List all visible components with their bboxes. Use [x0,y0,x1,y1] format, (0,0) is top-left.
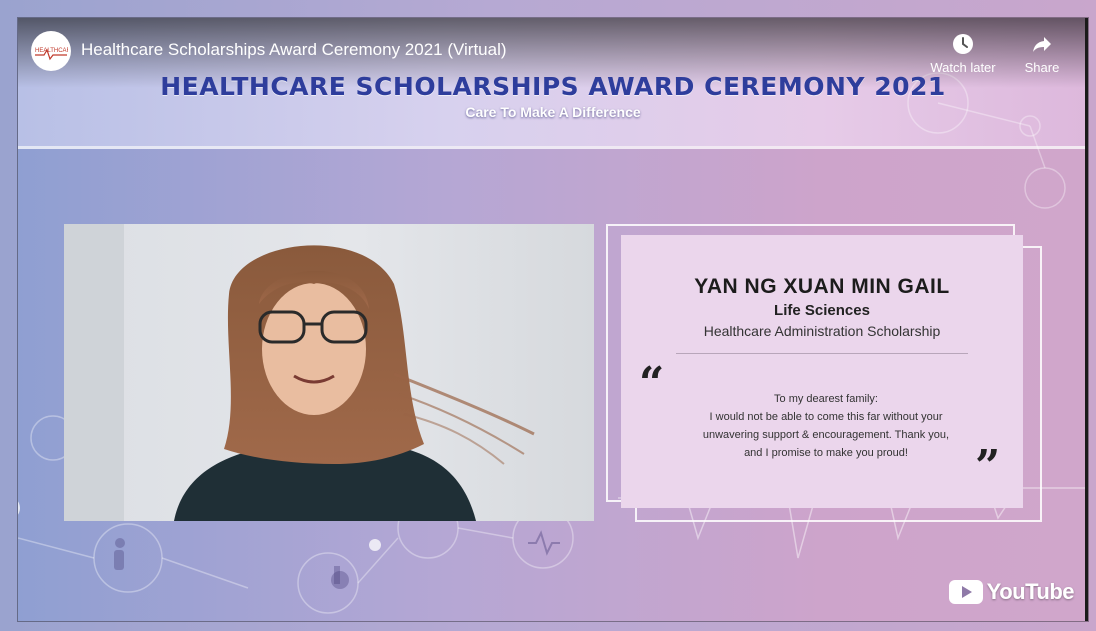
scholar-faculty: Life Sciences [774,302,870,319]
watch-later-button[interactable]: Watch later [925,32,1001,75]
quote-line: unwavering support & encouragement. Than… [702,429,950,441]
card-divider [676,353,968,354]
video-player[interactable]: HEALTHCARE Healthcare Scholarships Award… [18,18,1088,621]
open-quote-mark: “ [639,358,665,409]
quote-line: and I promise to make you proud! [744,447,908,459]
scholar-portrait [64,224,535,521]
share-arrow-icon [1033,37,1051,52]
share-button[interactable]: Share [1004,32,1080,75]
svg-text:HEALTHCARE: HEALTHCARE [35,48,68,54]
channel-avatar[interactable]: HEALTHCARE [31,31,71,71]
youtube-play-icon [948,580,983,604]
ceremony-subtitle: Care To Make A Difference [465,104,641,120]
ceremony-title: HEALTHCARE SCHOLARSHIPS AWARD CEREMONY 2… [160,72,946,101]
quote-line: To my dearest family: [774,393,878,405]
scholar-quote: To my dearest family: I would not be abl… [676,390,976,462]
scholar-name: YAN NG XUAN MIN GAIL [694,275,950,298]
youtube-wordmark: YouTube [986,579,1075,604]
video-title[interactable]: Healthcare Scholarships Award Ceremony 2… [81,40,507,60]
youtube-logo-button[interactable]: YouTube [948,579,1075,605]
close-quote-mark: ” [975,441,1001,492]
scholarship-name: Healthcare Administration Scholarship [703,323,941,339]
clock-icon [953,34,973,54]
webcam-feed [64,224,594,521]
quote-line: I would not be able to come this far wit… [709,411,943,423]
healthcare-scholarships-logo-icon: HEALTHCARE [35,48,68,61]
scholar-card: YAN NG XUAN MIN GAIL Life Sciences Healt… [621,235,1023,508]
